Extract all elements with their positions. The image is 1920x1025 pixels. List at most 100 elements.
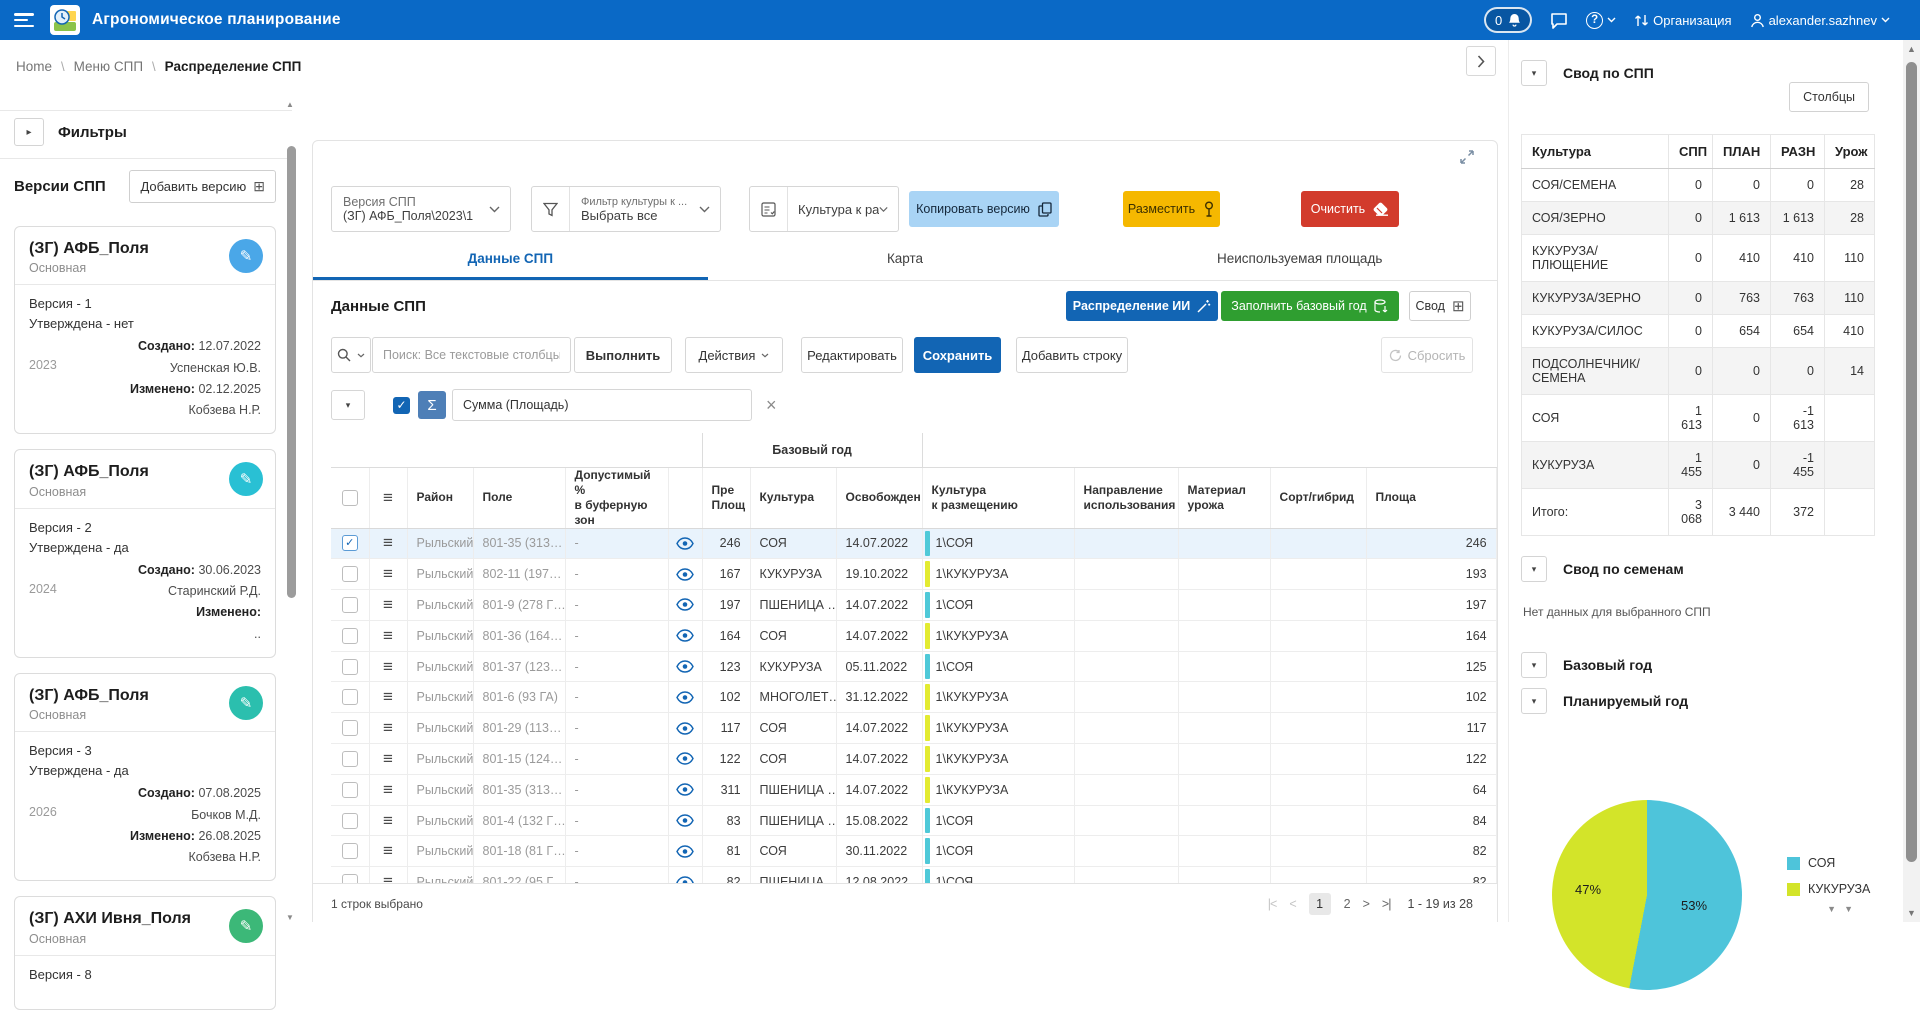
- sidebar-scrollbar[interactable]: ▲ ▼: [287, 100, 296, 922]
- aggregate-checkbox[interactable]: ✓: [393, 397, 410, 414]
- cell-placement[interactable]: 1\СОЯ: [922, 867, 1074, 883]
- row-checkbox[interactable]: [342, 597, 358, 613]
- search-options-button[interactable]: [331, 337, 371, 373]
- breadcrumb-home[interactable]: Home: [16, 59, 52, 74]
- column-sort[interactable]: Сорт/гибрид: [1270, 467, 1366, 528]
- row-menu-icon[interactable]: ≡: [383, 749, 393, 768]
- cell-placement[interactable]: 1\КУКУРУЗА: [922, 774, 1074, 805]
- seeds-summary-expander[interactable]: ▾: [1521, 556, 1547, 582]
- column-district[interactable]: Район: [407, 467, 473, 528]
- cell-placement[interactable]: 1\КУКУРУЗА: [922, 559, 1074, 590]
- page-2-button[interactable]: 2: [1344, 897, 1350, 911]
- organization-switcher[interactable]: Организация: [1634, 13, 1731, 28]
- cell-placement[interactable]: 1\КУКУРУЗА: [922, 744, 1074, 775]
- select-all-checkbox[interactable]: [342, 490, 358, 506]
- actions-menu-button[interactable]: Действия: [685, 337, 783, 373]
- scroll-up-icon[interactable]: ▲: [1903, 44, 1920, 54]
- culture-filter-select[interactable]: Фильтр культуры к ... Выбрать все: [531, 186, 721, 232]
- scrollbar-thumb[interactable]: [287, 146, 296, 598]
- view-icon[interactable]: [676, 845, 694, 858]
- page-1-button[interactable]: 1: [1309, 893, 1331, 915]
- table-row[interactable]: ≡ Рыльский 801-9 (278 Г… - 197 ПШЕНИЦА ……: [331, 590, 1496, 621]
- run-search-button[interactable]: Выполнить: [574, 337, 672, 373]
- reset-button[interactable]: Сбросить: [1381, 337, 1473, 373]
- ai-distribution-button[interactable]: Распределение ИИ: [1066, 291, 1218, 321]
- fill-base-year-button[interactable]: Заполнить базовый год: [1221, 291, 1399, 321]
- row-checkbox[interactable]: [342, 843, 358, 859]
- cell-placement[interactable]: 1\СОЯ: [922, 805, 1074, 836]
- add-row-button[interactable]: Добавить строку: [1016, 337, 1128, 373]
- table-row[interactable]: ≡ Рыльский 801-15 (124… - 122 СОЯ 14.07.…: [331, 744, 1496, 775]
- panel-scroll-down-icon[interactable]: ▼▼: [1827, 904, 1861, 914]
- table-row[interactable]: ≡ Рыльский 801-35 (313… - 311 ПШЕНИЦА … …: [331, 774, 1496, 805]
- column-material[interactable]: Материал урожа: [1178, 467, 1270, 528]
- grid-menu-icon[interactable]: ≡: [383, 488, 393, 507]
- column-placement[interactable]: Культура к размещению: [922, 467, 1074, 528]
- filters-expander[interactable]: ▸: [14, 118, 44, 146]
- table-row[interactable]: ≡ Рыльский 801-22 (95 Г… - 82 ПШЕНИЦА … …: [331, 867, 1496, 883]
- view-icon[interactable]: [676, 598, 694, 611]
- column-buffer[interactable]: Допустимый % в буферную зон: [565, 467, 668, 528]
- spp-summary-expander[interactable]: ▾: [1521, 60, 1547, 86]
- add-version-button[interactable]: Добавить версию ⊞: [129, 170, 276, 203]
- row-checkbox[interactable]: [342, 659, 358, 675]
- row-menu-icon[interactable]: ≡: [383, 533, 393, 552]
- first-page-button[interactable]: |<: [1268, 897, 1277, 911]
- edit-version-button[interactable]: ✎: [229, 239, 263, 273]
- row-checkbox[interactable]: [342, 689, 358, 705]
- place-button[interactable]: Разместить: [1123, 191, 1220, 227]
- version-card[interactable]: (ЗГ) АФБ_Поля Основная ✎ Версия - 2 Утве…: [14, 449, 276, 657]
- view-icon[interactable]: [676, 876, 694, 883]
- breadcrumb-menu-spp[interactable]: Меню СПП: [74, 59, 143, 74]
- cell-placement[interactable]: 1\СОЯ: [922, 528, 1074, 559]
- row-menu-icon[interactable]: ≡: [383, 657, 393, 676]
- culture-placement-select[interactable]: Культура к рас...: [749, 186, 899, 232]
- version-card[interactable]: (ЗГ) АФБ_Поля Основная ✎ Версия - 1 Утве…: [14, 226, 276, 434]
- scroll-down-icon[interactable]: ▼: [1903, 908, 1920, 918]
- row-menu-icon[interactable]: ≡: [383, 626, 393, 645]
- edit-button[interactable]: Редактировать: [801, 337, 903, 373]
- row-menu-icon[interactable]: ≡: [383, 564, 393, 583]
- row-menu-icon[interactable]: ≡: [383, 687, 393, 706]
- expand-icon[interactable]: [1459, 149, 1475, 165]
- view-icon[interactable]: [676, 783, 694, 796]
- table-row[interactable]: ≡ Рыльский 801-35 (313… - 246 СОЯ 14.07.…: [331, 528, 1496, 559]
- view-icon[interactable]: [676, 568, 694, 581]
- table-row[interactable]: ≡ Рыльский 801-29 (113… - 117 СОЯ 14.07.…: [331, 713, 1496, 744]
- row-checkbox[interactable]: [342, 535, 358, 551]
- expand-panel-button[interactable]: [1466, 46, 1496, 76]
- save-button[interactable]: Сохранить: [914, 337, 1001, 373]
- row-checkbox[interactable]: [342, 720, 358, 736]
- aggregate-expander[interactable]: ▾: [331, 390, 365, 420]
- view-icon[interactable]: [676, 722, 694, 735]
- copy-version-button[interactable]: Копировать версию: [909, 191, 1059, 227]
- view-icon[interactable]: [676, 814, 694, 827]
- row-menu-icon[interactable]: ≡: [383, 780, 393, 799]
- cell-placement[interactable]: 1\СОЯ: [922, 836, 1074, 867]
- notifications-button[interactable]: 0: [1484, 7, 1532, 33]
- view-icon[interactable]: [676, 691, 694, 704]
- column-culture[interactable]: Культура: [750, 467, 836, 528]
- user-menu[interactable]: alexander.sazhnev: [1750, 13, 1890, 28]
- table-row[interactable]: ≡ Рыльский 801-6 (93 ГА) - 102 МНОГОЛЕТ……: [331, 682, 1496, 713]
- row-checkbox[interactable]: [342, 628, 358, 644]
- table-row[interactable]: ≡ Рыльский 801-37 (123… - 123 КУКУРУЗА 0…: [331, 651, 1496, 682]
- edit-version-button[interactable]: ✎: [229, 686, 263, 720]
- pivot-button[interactable]: Свод ⊞: [1409, 291, 1471, 321]
- tab[interactable]: Карта: [708, 239, 1103, 280]
- version-card[interactable]: (ЗГ) АФБ_Поля Основная ✎ Версия - 3 Утве…: [14, 673, 276, 881]
- table-row[interactable]: ≡ Рыльский 801-18 (81 Г… - 81 СОЯ 30.11.…: [331, 836, 1496, 867]
- row-checkbox[interactable]: [342, 874, 358, 883]
- row-menu-icon[interactable]: ≡: [383, 872, 393, 883]
- scroll-down-icon[interactable]: ▼: [286, 913, 294, 922]
- cell-placement[interactable]: 1\КУКУРУЗА: [922, 620, 1074, 651]
- last-page-button[interactable]: >|: [1382, 897, 1391, 911]
- menu-icon[interactable]: [14, 13, 34, 27]
- clear-button[interactable]: Очистить: [1301, 191, 1399, 227]
- cell-placement[interactable]: 1\СОЯ: [922, 590, 1074, 621]
- plan-year-expander[interactable]: ▾: [1521, 688, 1547, 714]
- remove-aggregate-icon[interactable]: ×: [766, 395, 777, 416]
- scroll-up-icon[interactable]: ▲: [286, 100, 294, 109]
- view-icon[interactable]: [676, 537, 694, 550]
- row-menu-icon[interactable]: ≡: [383, 811, 393, 830]
